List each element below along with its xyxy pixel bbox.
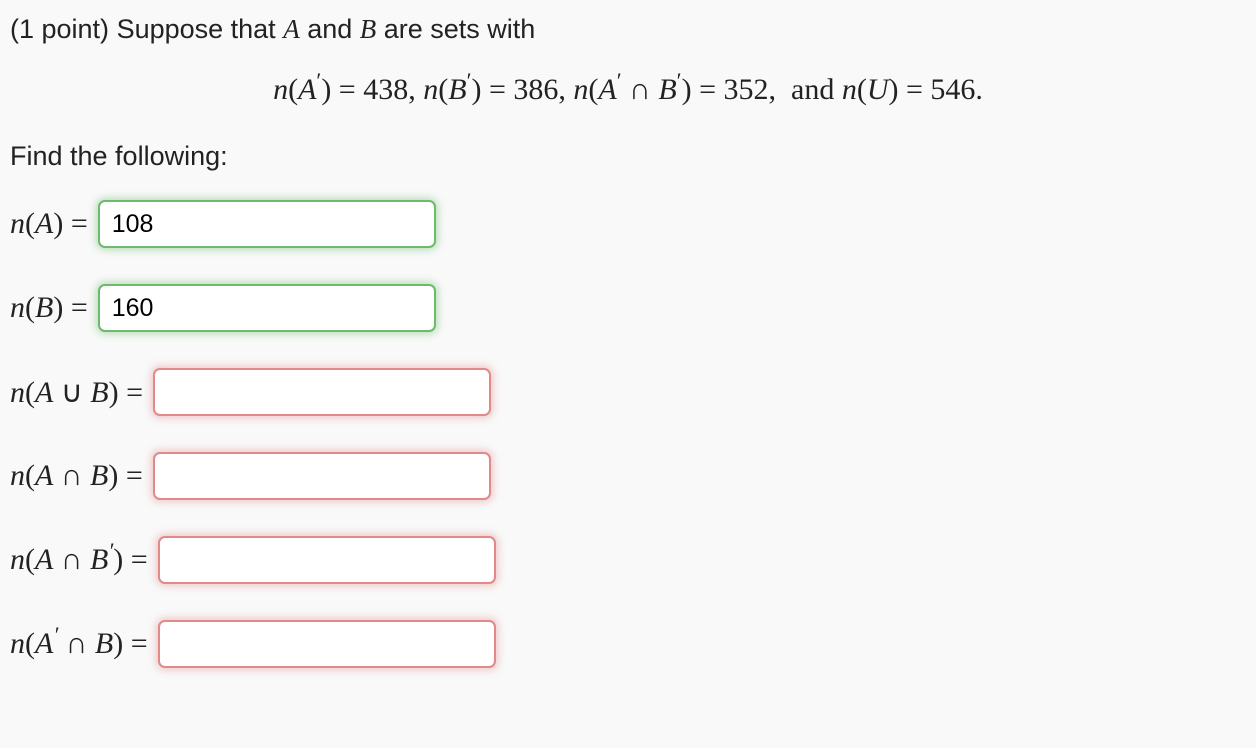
input-n-A-int-Bprime[interactable] — [158, 536, 496, 584]
input-n-A-union-B[interactable] — [153, 368, 491, 416]
intro-text-1: Suppose that — [117, 14, 284, 44]
problem-page: (1 point) Suppose that A and B are sets … — [0, 0, 1256, 714]
label-n-A-union-B: n(A ∪ B) = — [10, 375, 143, 410]
input-n-Aprime-int-B[interactable] — [158, 620, 496, 668]
given-formula: n(A′) = 438, n(B′) = 386, n(A′ ∩ B′) = 3… — [10, 73, 1246, 107]
row-n-A-int-B: n(A ∩ B) = — [10, 452, 1246, 500]
label-n-B: n(B) = — [10, 291, 88, 325]
set-B: B — [360, 14, 377, 44]
instruction-text: Find the following: — [10, 141, 1246, 172]
row-n-Aprime-int-B: n(A′ ∩ B) = — [10, 620, 1246, 668]
value-n-U: 546 — [930, 73, 975, 106]
row-n-A-int-Bprime: n(A ∩ B′) = — [10, 536, 1246, 584]
intro-text-3: are sets with — [376, 14, 535, 44]
problem-intro: (1 point) Suppose that A and B are sets … — [10, 14, 1246, 45]
answer-rows: n(A) = n(B) = n(A ∪ B) = n(A ∩ B) = n(A … — [10, 200, 1246, 668]
input-n-B[interactable] — [98, 284, 436, 332]
row-n-A-union-B: n(A ∪ B) = — [10, 368, 1246, 416]
points-label: (1 point) — [10, 14, 117, 44]
label-n-A: n(A) = — [10, 207, 88, 241]
value-n-B-prime: 386 — [513, 73, 558, 106]
intro-text-2: and — [300, 14, 360, 44]
row-n-B: n(B) = — [10, 284, 1246, 332]
row-n-A: n(A) = — [10, 200, 1246, 248]
label-n-Aprime-int-B: n(A′ ∩ B) = — [10, 627, 148, 661]
input-n-A-int-B[interactable] — [153, 452, 491, 500]
set-A: A — [283, 14, 300, 44]
input-n-A[interactable] — [98, 200, 436, 248]
label-n-A-int-B: n(A ∩ B) = — [10, 459, 143, 493]
value-n-Ap-int-Bp: 352 — [724, 73, 769, 106]
and-text: and — [791, 73, 834, 106]
value-n-A-prime: 438 — [363, 73, 408, 106]
label-n-A-int-Bprime: n(A ∩ B′) = — [10, 543, 148, 577]
